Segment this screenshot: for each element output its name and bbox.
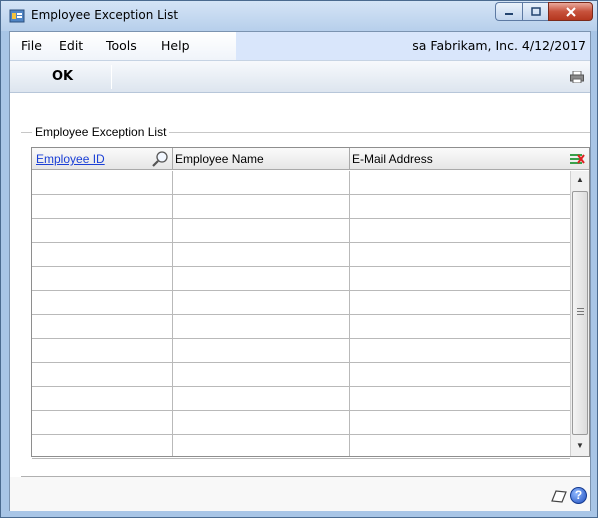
- table-row[interactable]: [32, 219, 570, 243]
- table-row[interactable]: [32, 243, 570, 267]
- group-box-label: Employee Exception List: [32, 125, 170, 139]
- scroll-down-arrow-icon[interactable]: ▼: [571, 438, 589, 455]
- window-title: Employee Exception List: [31, 8, 179, 22]
- minimize-icon: [505, 12, 513, 15]
- grid-rows: [32, 171, 570, 459]
- menu-bar: File Edit Tools Help sa Fabrikam, Inc. 4…: [10, 32, 590, 60]
- table-row[interactable]: [32, 315, 570, 339]
- printer-icon[interactable]: [570, 71, 584, 83]
- table-row[interactable]: [32, 267, 570, 291]
- company-user-date: sa Fabrikam, Inc. 4/12/2017: [412, 38, 586, 53]
- toolbar-separator: [111, 65, 112, 89]
- header-divider: [172, 148, 173, 170]
- table-row[interactable]: [32, 195, 570, 219]
- column-divider: [172, 171, 173, 456]
- status-bar: ?: [10, 477, 590, 511]
- client-area: File Edit Tools Help sa Fabrikam, Inc. 4…: [9, 31, 591, 511]
- maximize-button[interactable]: [522, 2, 548, 21]
- scroll-thumb[interactable]: [572, 191, 588, 435]
- minimize-button[interactable]: [495, 2, 522, 21]
- app-icon: [9, 9, 25, 23]
- grid-header: Employee ID Employee Name E-Mail Address: [32, 148, 589, 170]
- table-row[interactable]: [32, 387, 570, 411]
- note-icon[interactable]: [550, 489, 568, 503]
- menu-tools[interactable]: Tools: [106, 38, 137, 53]
- menu-edit[interactable]: Edit: [59, 38, 83, 53]
- lookup-magnifier-icon[interactable]: [150, 150, 170, 168]
- table-row[interactable]: [32, 363, 570, 387]
- header-divider: [349, 148, 350, 170]
- column-header-email-address: E-Mail Address: [352, 152, 433, 166]
- table-row[interactable]: [32, 291, 570, 315]
- menu-file[interactable]: File: [21, 38, 42, 53]
- toolbar: OK: [10, 60, 590, 93]
- ok-button[interactable]: OK: [22, 63, 112, 91]
- vertical-scrollbar[interactable]: ▲ ▼: [570, 171, 589, 456]
- table-row[interactable]: [32, 171, 570, 195]
- close-button[interactable]: [548, 2, 593, 21]
- title-bar[interactable]: Employee Exception List: [1, 1, 597, 31]
- column-header-employee-name: Employee Name: [175, 152, 264, 166]
- scroll-up-arrow-icon[interactable]: ▲: [571, 172, 589, 189]
- table-row[interactable]: [32, 339, 570, 363]
- scroll-grip-icon: [577, 308, 584, 315]
- window-controls: [495, 2, 593, 21]
- company-info-band: sa Fabrikam, Inc. 4/12/2017: [236, 32, 590, 60]
- maximize-icon: [530, 7, 541, 16]
- table-row[interactable]: [32, 411, 570, 435]
- help-icon[interactable]: ?: [570, 487, 587, 504]
- expand-columns-icon[interactable]: [569, 152, 585, 166]
- column-header-employee-id[interactable]: Employee ID: [36, 148, 105, 170]
- employee-grid: Employee ID Employee Name E-Mail Address: [31, 147, 590, 459]
- column-divider: [349, 171, 350, 456]
- table-row[interactable]: [32, 435, 570, 459]
- employee-exception-list-window: Employee Exception List File Edit Tools …: [0, 0, 598, 518]
- menu-help[interactable]: Help: [161, 38, 190, 53]
- close-icon: [565, 6, 576, 17]
